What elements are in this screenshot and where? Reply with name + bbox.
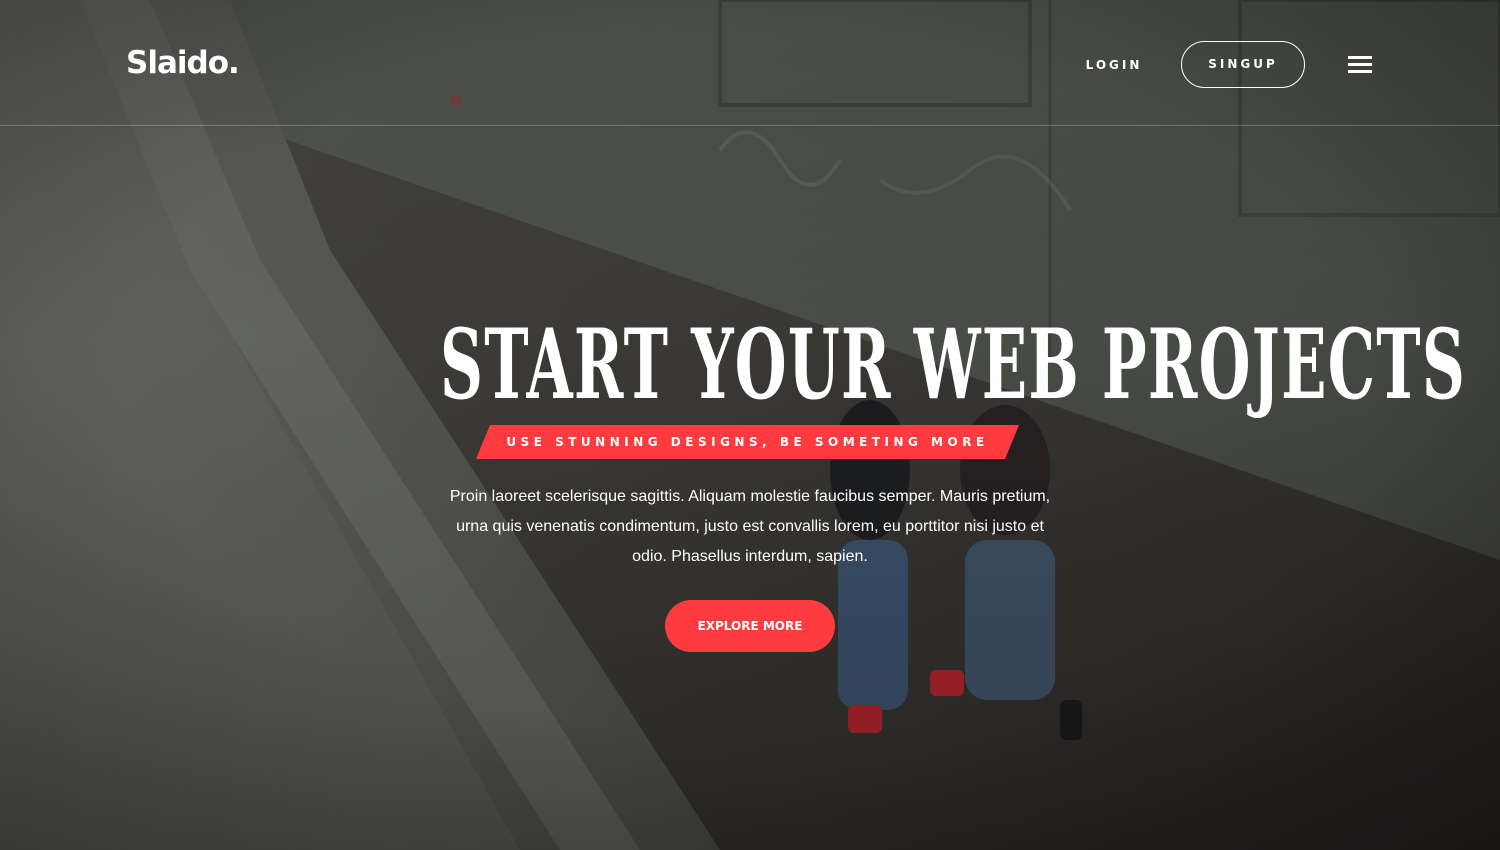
login-link[interactable]: LOGIN [1076,54,1152,76]
tagline-ribbon: USE STUNNING DESIGNS, BE SOMETING MORE [476,425,1019,459]
site-logo[interactable]: Slaido. [126,44,240,82]
hero-section: Slaido. LOGIN SINGUP START YOUR WEB PROJ… [0,0,1500,850]
signup-button[interactable]: SINGUP [1181,41,1305,88]
hamburger-menu-icon[interactable] [1346,53,1374,77]
hero-tagline: USE STUNNING DESIGNS, BE SOMETING MORE [506,435,989,449]
site-header: Slaido. LOGIN SINGUP [0,0,1500,126]
hero-description: Proin laoreet scelerisque sagittis. Aliq… [449,488,1051,565]
hero-headline: START YOUR WEB PROJECTS [440,308,1467,421]
explore-more-button[interactable]: EXPLORE MORE [665,600,835,652]
